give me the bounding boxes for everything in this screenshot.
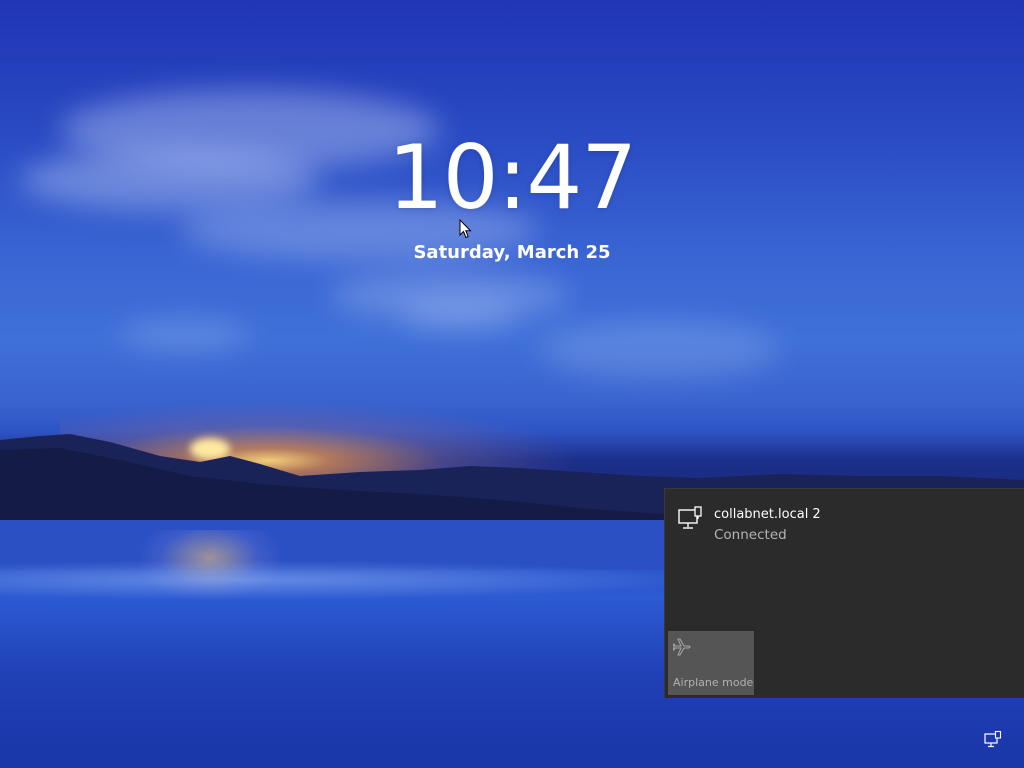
clock-time: 10:47 <box>387 126 638 229</box>
wired-network-icon <box>678 506 702 529</box>
water-shine <box>0 560 700 600</box>
lock-screen[interactable]: 10:47 Saturday, March 25 collabnet.local… <box>0 0 1024 768</box>
airplane-mode-toggle[interactable]: Airplane mode <box>668 631 754 695</box>
network-icon[interactable] <box>984 730 1002 748</box>
airplane-mode-label: Airplane mode <box>673 676 754 689</box>
clock-date: Saturday, March 25 <box>413 242 611 263</box>
network-item[interactable]: collabnet.local 2 Connected <box>673 501 973 547</box>
mouse-cursor-icon <box>459 219 472 239</box>
network-flyout: collabnet.local 2 Connected Airplane mod… <box>664 488 1024 698</box>
network-name: collabnet.local 2 <box>714 507 821 522</box>
network-status: Connected <box>714 527 787 543</box>
airplane-icon <box>673 638 691 656</box>
